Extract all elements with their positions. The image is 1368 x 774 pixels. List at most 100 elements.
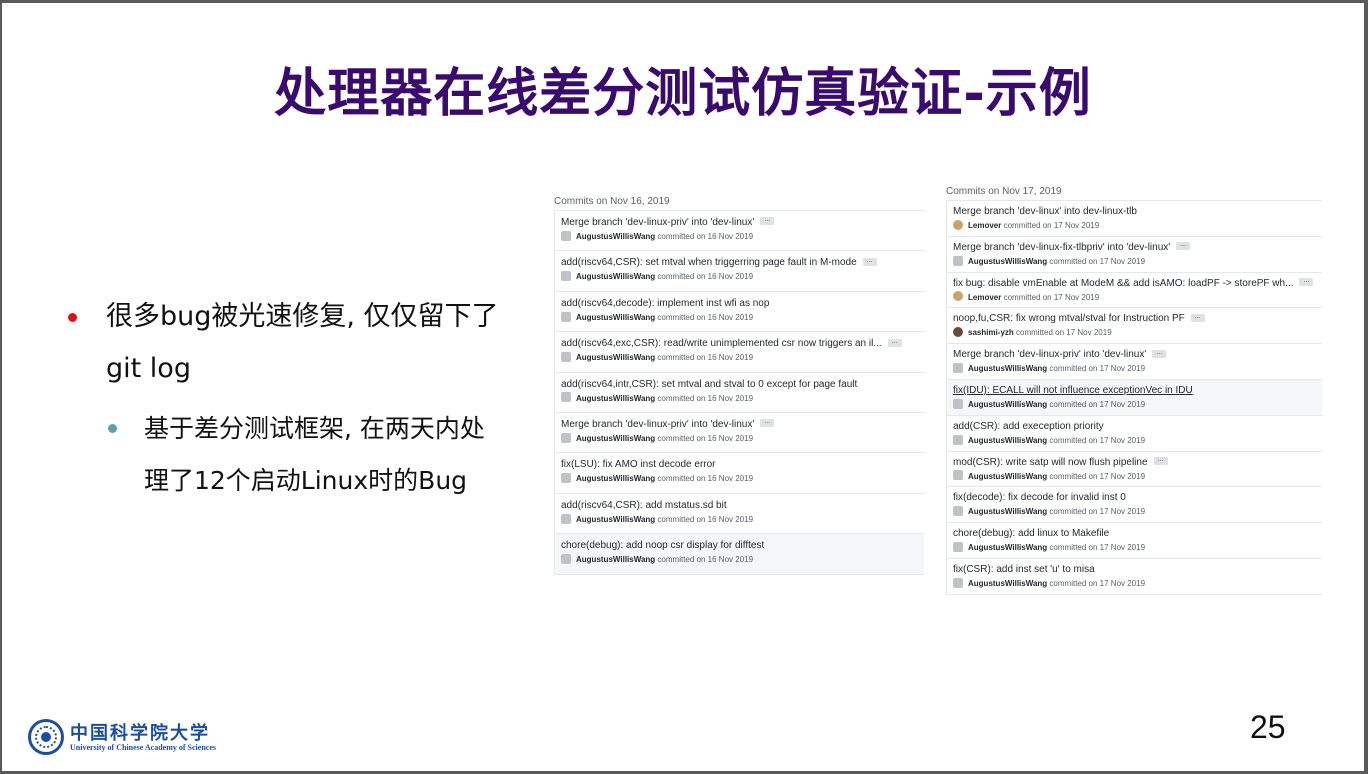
commit-author[interactable]: AugustusWillisWang bbox=[576, 394, 655, 403]
avatar[interactable] bbox=[953, 255, 963, 266]
expand-ellipsis-button[interactable]: ... bbox=[1299, 277, 1314, 286]
commit-message[interactable]: chore(debug): add linux to Makefile bbox=[953, 528, 1109, 539]
commit-row[interactable]: Merge branch 'dev-linux' into dev-linux-… bbox=[946, 201, 1322, 237]
commit-date: committed on 17 Nov 2019 bbox=[1049, 256, 1146, 266]
commit-author[interactable]: AugustusWillisWang bbox=[968, 543, 1047, 552]
avatar[interactable] bbox=[561, 432, 571, 443]
avatar[interactable] bbox=[561, 513, 571, 524]
expand-ellipsis-button[interactable]: ... bbox=[1176, 241, 1191, 251]
commit-row[interactable]: add(riscv64,CSR): add mstatus.sd bit Augu… bbox=[554, 493, 924, 535]
commit-row[interactable]: noop,fu,CSR: fix wrong mtval/stval for I… bbox=[946, 308, 1322, 345]
commit-author[interactable]: AugustusWillisWang bbox=[576, 272, 655, 281]
avatar[interactable] bbox=[953, 470, 963, 481]
avatar[interactable] bbox=[561, 473, 571, 484]
commit-message[interactable]: fix(decode): fix decode for invalid inst… bbox=[953, 492, 1126, 503]
commit-message[interactable]: add(riscv64,CSR): add mstatus.sd bit bbox=[561, 500, 727, 511]
commits-nov-16: Commits on Nov 16, 2019 Merge branch 'de… bbox=[554, 194, 924, 575]
avatar[interactable] bbox=[953, 327, 963, 338]
expand-ellipsis-button[interactable]: ... bbox=[760, 418, 775, 428]
commit-author[interactable]: sashimi-yzh bbox=[968, 328, 1014, 337]
commit-message[interactable]: add(riscv64,exc,CSR): read/write unimple… bbox=[561, 338, 882, 349]
commit-author[interactable]: Lemover bbox=[968, 221, 1001, 230]
commit-message[interactable]: add(CSR): add exeception priority bbox=[953, 421, 1104, 432]
commit-message[interactable]: chore(debug): add noop csr display for d… bbox=[561, 540, 764, 551]
avatar[interactable] bbox=[953, 542, 963, 553]
avatar[interactable] bbox=[953, 291, 963, 302]
commit-row[interactable]: add(riscv64,exc,CSR): read/write unimple… bbox=[554, 332, 924, 373]
commit-message[interactable]: Merge branch 'dev-linux-priv' into 'dev-… bbox=[561, 217, 754, 228]
avatar[interactable] bbox=[953, 577, 963, 588]
avatar[interactable] bbox=[953, 506, 963, 517]
commit-message[interactable]: mod(CSR): write satp will now flush pipe… bbox=[953, 457, 1148, 468]
avatar[interactable] bbox=[953, 219, 963, 230]
commit-author[interactable]: AugustusWillisWang bbox=[576, 555, 655, 564]
expand-ellipsis-button[interactable]: ... bbox=[760, 216, 775, 226]
commit-author[interactable]: AugustusWillisWang bbox=[576, 232, 655, 241]
commit-row[interactable]: Merge branch 'dev-linux-priv' into 'dev-… bbox=[554, 412, 924, 454]
commit-row[interactable]: fix(decode): fix decode for invalid inst… bbox=[946, 487, 1322, 524]
commit-message[interactable]: add(riscv64,intr,CSR): set mtval and stv… bbox=[561, 379, 857, 390]
commit-row[interactable]: fix bug: disable vmEnable at ModeM && ad… bbox=[946, 272, 1322, 309]
expand-ellipsis-button[interactable]: ... bbox=[887, 338, 902, 347]
commit-author[interactable]: AugustusWillisWang bbox=[576, 434, 655, 443]
bullet-level1-line1: 很多bug被光速修复, 仅仅留下了 bbox=[106, 301, 499, 332]
avatar[interactable] bbox=[561, 554, 571, 565]
commit-row[interactable]: add(riscv64,decode): implement inst wfi … bbox=[554, 291, 924, 333]
commit-row[interactable]: Merge branch 'dev-linux-priv' into 'dev-… bbox=[554, 211, 924, 252]
avatar[interactable] bbox=[561, 311, 571, 322]
commit-message[interactable]: Merge branch 'dev-linux-priv' into 'dev-… bbox=[953, 349, 1146, 360]
commit-row[interactable]: Merge branch 'dev-linux-priv' into 'dev-… bbox=[946, 344, 1322, 380]
commit-message[interactable]: Merge branch 'dev-linux-fix-tlbpriv' int… bbox=[953, 242, 1170, 253]
commit-author[interactable]: AugustusWillisWang bbox=[968, 400, 1047, 409]
commit-message[interactable]: fix bug: disable vmEnable at ModeM && ad… bbox=[953, 278, 1293, 289]
commit-message[interactable]: add(riscv64,decode): implement inst wfi … bbox=[561, 298, 769, 309]
commit-message[interactable]: fix(LSU): fix AMO inst decode error bbox=[561, 459, 716, 470]
avatar[interactable] bbox=[953, 398, 963, 409]
commit-message[interactable]: noop,fu,CSR: fix wrong mtval/stval for I… bbox=[953, 313, 1185, 324]
expand-ellipsis-button[interactable]: ... bbox=[1153, 456, 1168, 465]
commit-row[interactable]: add(riscv64,intr,CSR): set mtval and stv… bbox=[554, 372, 924, 413]
commit-author[interactable]: AugustusWillisWang bbox=[968, 364, 1047, 373]
commit-row[interactable]: fix(CSR): add inst set 'u' to misa August… bbox=[946, 558, 1322, 595]
avatar[interactable] bbox=[561, 230, 571, 241]
avatar[interactable] bbox=[561, 392, 571, 403]
bullet-level2: 基于差分测试框架, 在两天内处 理了12个启动Linux时的Bug bbox=[64, 403, 534, 507]
bullet-level2-line2: 理了12个启动Linux时的Bug bbox=[144, 466, 468, 495]
commit-row[interactable]: add(riscv64,CSR): set mtval when trigger… bbox=[554, 251, 924, 292]
commit-row[interactable]: fix(LSU): fix AMO inst decode error Augus… bbox=[554, 453, 924, 494]
commit-author[interactable]: AugustusWillisWang bbox=[576, 515, 655, 524]
expand-ellipsis-button[interactable]: ... bbox=[1190, 313, 1205, 322]
commit-row[interactable]: chore(debug): add linux to Makefile Augus… bbox=[946, 523, 1322, 559]
commit-message[interactable]: fix(IDU): ECALL will not influence excep… bbox=[953, 385, 1193, 396]
avatar[interactable] bbox=[953, 363, 963, 374]
commit-message[interactable]: add(riscv64,CSR): set mtval when trigger… bbox=[561, 257, 857, 268]
commit-row[interactable]: Merge branch 'dev-linux-fix-tlbpriv' int… bbox=[946, 236, 1322, 273]
commit-row[interactable]: chore(debug): add noop csr display for d… bbox=[554, 534, 924, 575]
commits-heading: Commits on Nov 17, 2019 bbox=[946, 186, 1062, 197]
commit-author[interactable]: AugustusWillisWang bbox=[576, 353, 655, 362]
commit-date: committed on 17 Nov 2019 bbox=[1049, 435, 1146, 445]
commit-author[interactable]: AugustusWillisWang bbox=[576, 474, 655, 483]
commit-author[interactable]: Lemover bbox=[968, 293, 1001, 302]
avatar[interactable] bbox=[953, 434, 963, 445]
commit-author[interactable]: AugustusWillisWang bbox=[968, 472, 1047, 481]
commit-author[interactable]: AugustusWillisWang bbox=[968, 436, 1047, 445]
avatar[interactable] bbox=[561, 352, 571, 363]
logo-name-en: University of Chinese Academy of Science… bbox=[70, 743, 216, 752]
bullet-list: 很多bug被光速修复, 仅仅留下了 git log 基于差分测试框架, 在两天内… bbox=[64, 291, 534, 507]
commit-message[interactable]: Merge branch 'dev-linux-priv' into 'dev-… bbox=[561, 419, 754, 430]
commit-message[interactable]: fix(CSR): add inst set 'u' to misa bbox=[953, 564, 1095, 575]
commit-author[interactable]: AugustusWillisWang bbox=[576, 313, 655, 322]
commit-row[interactable]: fix(IDU): ECALL will not influence excep… bbox=[946, 379, 1322, 416]
commit-message[interactable]: Merge branch 'dev-linux' into dev-linux-… bbox=[953, 206, 1137, 217]
expand-ellipsis-button[interactable]: ... bbox=[1152, 349, 1167, 358]
avatar[interactable] bbox=[561, 271, 571, 282]
bullet-level2-line1: 基于差分测试框架, 在两天内处 bbox=[144, 414, 485, 443]
commit-author[interactable]: AugustusWillisWang bbox=[968, 579, 1047, 588]
commit-author[interactable]: AugustusWillisWang bbox=[968, 257, 1047, 266]
commit-row[interactable]: add(CSR): add exeception priority Augustu… bbox=[946, 415, 1322, 452]
commit-row[interactable]: mod(CSR): write satp will now flush pipe… bbox=[946, 451, 1322, 488]
expand-ellipsis-button[interactable]: ... bbox=[862, 257, 877, 266]
page-number: 25 bbox=[1250, 709, 1286, 745]
commit-author[interactable]: AugustusWillisWang bbox=[968, 507, 1047, 516]
